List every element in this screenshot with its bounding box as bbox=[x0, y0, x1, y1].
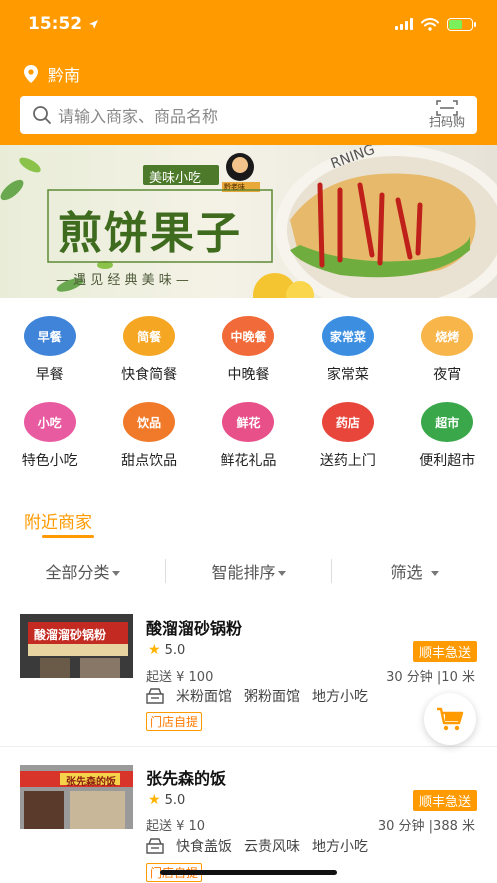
category-item[interactable]: 鲜花 鲜花礼品 bbox=[199, 402, 298, 470]
category-icon: 家常菜 bbox=[321, 316, 374, 356]
shop-photo: 张先森的饭 bbox=[20, 765, 133, 829]
shop-photo: 酸溜溜砂锅粉 bbox=[20, 614, 133, 678]
shop-rating: ★ 5.0 bbox=[148, 642, 186, 658]
category-grid: 早餐 早餐 简餐 快食简餐 中晚餐 中晚餐 家常菜 家常菜 烧烤 夜宵 小吃 特色小吃 饮品 甜点饮品 鲜花… bbox=[0, 298, 497, 470]
banner-tag: 美味小吃 bbox=[149, 171, 202, 186]
shop-tag: 地方小吃 bbox=[312, 689, 368, 705]
shop-tag: 米粉面馆 bbox=[176, 689, 232, 705]
category-label: 鲜花礼品 bbox=[220, 453, 277, 469]
category-icon: 简餐 bbox=[123, 316, 176, 356]
category-label: 夜宵 bbox=[433, 367, 462, 383]
category-icon: 烧烤 bbox=[421, 316, 474, 356]
category-icon: 超市 bbox=[421, 402, 474, 442]
battery-icon bbox=[447, 17, 476, 31]
shop-eta: 30 分钟 |10 米 bbox=[386, 670, 475, 685]
category-icon: 早餐 bbox=[23, 316, 76, 356]
header: 15:52 黔南 请输入商家、商品名称 扫码购 bbox=[0, 0, 497, 145]
shop-sign: 酸溜溜砂锅粉 bbox=[34, 628, 107, 642]
search-icon bbox=[33, 106, 51, 124]
wifi-icon bbox=[421, 17, 439, 31]
filter-category[interactable]: 全部分类 bbox=[0, 559, 165, 583]
shop-tag: 快食盖饭 bbox=[176, 839, 232, 855]
scan-button[interactable]: 扫码购 bbox=[429, 100, 465, 129]
time-label: 15:52 bbox=[28, 14, 83, 34]
category-item[interactable]: 早餐 早餐 bbox=[0, 316, 99, 384]
shop-category-icon bbox=[146, 688, 164, 704]
search-bar[interactable]: 请输入商家、商品名称 扫码购 bbox=[20, 96, 477, 134]
category-label: 甜点饮品 bbox=[121, 453, 178, 469]
category-label: 特色小吃 bbox=[21, 453, 78, 469]
category-label: 便利超市 bbox=[419, 453, 476, 469]
status-indicators bbox=[395, 17, 476, 31]
category-item[interactable]: 中晚餐 中晚餐 bbox=[199, 316, 298, 384]
shop-min-order: 起送 ¥ 10 bbox=[146, 819, 206, 834]
cart-icon bbox=[437, 707, 464, 731]
chevron-down-icon bbox=[277, 571, 286, 576]
banner-title: 煎饼果子 bbox=[58, 208, 242, 259]
status-bar: 15:52 bbox=[0, 0, 497, 48]
location-selector[interactable]: 黔南 bbox=[0, 48, 497, 86]
category-item[interactable]: 药店 送药上门 bbox=[298, 402, 397, 470]
banner-subtitle: — 遇 见 经 典 美 味 — bbox=[56, 273, 189, 288]
location-city: 黔南 bbox=[48, 66, 81, 85]
category-icon: 药店 bbox=[321, 402, 374, 442]
shop-tags: 米粉面馆 粥粉面馆 地方小吃 bbox=[146, 686, 368, 706]
shop-tag: 粥粉面馆 bbox=[244, 689, 300, 705]
filter-bar: 全部分类 智能排序 筛选 bbox=[0, 552, 497, 590]
banner-brand: 黔老味 bbox=[224, 183, 245, 191]
self-pickup-badge: 门店自提 bbox=[146, 712, 203, 731]
star-icon: ★ bbox=[148, 642, 161, 658]
shop-card[interactable]: 张先森的饭 张先森的饭 顺丰急送 ★ 5.0 起送 ¥ 10 30 分钟 |38… bbox=[0, 762, 497, 883]
shop-tags: 快食盖饭 云贵风味 地方小吃 bbox=[146, 836, 368, 856]
shop-eta: 30 分钟 |388 米 bbox=[377, 819, 475, 834]
delivery-badge: 顺丰急送 bbox=[412, 641, 477, 662]
category-item[interactable]: 超市 便利超市 bbox=[398, 402, 497, 470]
shop-min-order: 起送 ¥ 100 bbox=[146, 670, 214, 685]
delivery-badge: 顺丰急送 bbox=[412, 790, 477, 811]
category-label: 中晚餐 bbox=[227, 367, 270, 383]
shop-card[interactable]: 酸溜溜砂锅粉 酸溜溜砂锅粉 顺丰急送 ★ 5.0 起送 ¥ 100 30 分钟 … bbox=[0, 612, 497, 742]
shop-category-icon bbox=[146, 838, 164, 854]
search-input[interactable]: 请输入商家、商品名称 bbox=[58, 103, 429, 127]
category-label: 送药上门 bbox=[319, 453, 376, 469]
shop-tag: 地方小吃 bbox=[312, 839, 368, 855]
cellular-signal-icon bbox=[395, 18, 413, 30]
category-icon: 鲜花 bbox=[222, 402, 275, 442]
category-icon: 小吃 bbox=[23, 402, 76, 442]
promo-banner[interactable]: 美味小吃 黔老味 煎饼果子 — 遇 见 经 典 美 味 — RNING bbox=[0, 145, 497, 298]
category-item[interactable]: 烧烤 夜宵 bbox=[398, 316, 497, 384]
category-label: 家常菜 bbox=[326, 367, 369, 383]
category-icon: 中晚餐 bbox=[222, 316, 275, 356]
category-icon: 饮品 bbox=[123, 402, 176, 442]
scan-label: 扫码购 bbox=[428, 115, 465, 130]
shop-name: 张先森的饭 bbox=[146, 769, 227, 788]
shop-sign: 张先森的饭 bbox=[66, 777, 116, 788]
category-item[interactable]: 家常菜 家常菜 bbox=[298, 316, 397, 384]
filter-sort[interactable]: 智能排序 bbox=[165, 559, 331, 583]
location-arrow-icon bbox=[89, 19, 99, 29]
cart-button[interactable] bbox=[424, 693, 476, 745]
chevron-down-icon bbox=[430, 571, 439, 576]
divider bbox=[0, 746, 497, 747]
category-label: 早餐 bbox=[35, 367, 64, 383]
chevron-down-icon bbox=[111, 571, 120, 576]
star-icon: ★ bbox=[148, 792, 161, 808]
nearby-title: 附近商家 bbox=[24, 513, 92, 533]
scan-icon bbox=[436, 100, 458, 117]
category-item[interactable]: 小吃 特色小吃 bbox=[0, 402, 99, 470]
shop-name: 酸溜溜砂锅粉 bbox=[146, 619, 243, 638]
status-time: 15:52 bbox=[28, 14, 99, 34]
filter-screen[interactable]: 筛选 bbox=[331, 559, 497, 583]
shop-tag: 云贵风味 bbox=[244, 839, 300, 855]
category-label: 快食简餐 bbox=[121, 367, 178, 383]
nearby-underline bbox=[42, 535, 94, 538]
category-item[interactable]: 饮品 甜点饮品 bbox=[99, 402, 198, 470]
shop-rating: ★ 5.0 bbox=[148, 792, 186, 808]
location-pin-icon bbox=[24, 65, 38, 83]
category-item[interactable]: 简餐 快食简餐 bbox=[99, 316, 198, 384]
home-indicator bbox=[160, 870, 337, 875]
